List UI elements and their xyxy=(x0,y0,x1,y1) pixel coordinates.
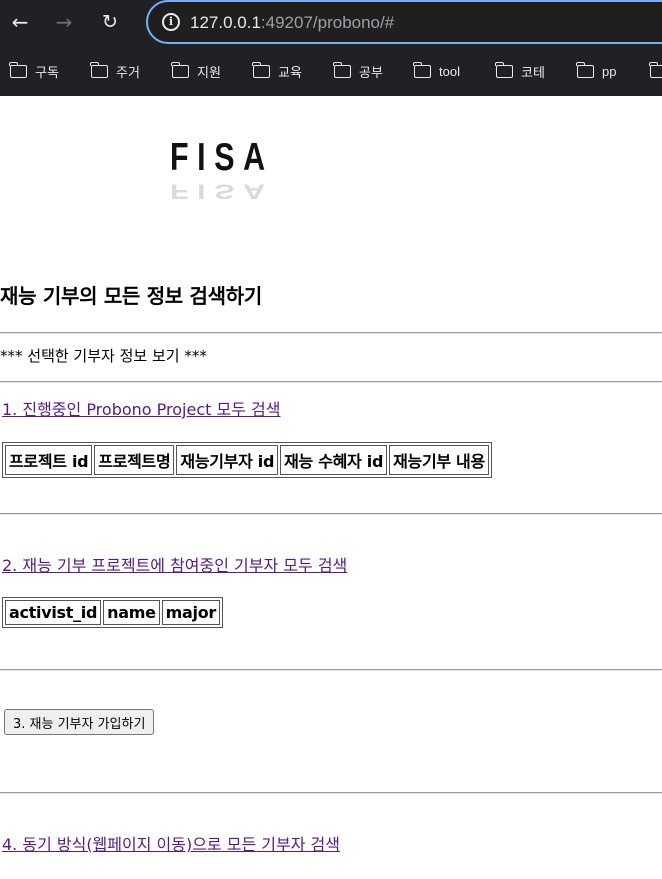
bookmarks-bar: 구독 주거 지원 교육 공부 tool 코테 pp xyxy=(0,54,662,88)
bookmark-folder[interactable]: 지원 xyxy=(171,61,221,81)
divider xyxy=(0,669,662,671)
selected-activist-heading: *** 선택한 기부자 정보 보기 *** xyxy=(0,347,207,365)
table-header-row: 프로젝트 id 프로젝트명 재능기부자 id 재능 수혜자 id 재능기부 내용 xyxy=(5,445,489,475)
bookmark-label: 구독 xyxy=(35,64,59,80)
bookmark-label: 지원 xyxy=(197,64,221,80)
reload-icon[interactable]: ↻ xyxy=(94,6,126,38)
column-header: 재능기부자 id xyxy=(176,445,279,475)
folder-icon xyxy=(649,61,662,78)
column-header: 프로젝트 id xyxy=(5,445,93,475)
bookmark-label: pp xyxy=(602,63,617,79)
bookmark-folder[interactable]: 공부 xyxy=(333,61,383,81)
url-host: 127.0.0.1 xyxy=(190,13,261,32)
bookmark-folder[interactable]: pp xyxy=(576,61,617,81)
bookmark-folder[interactable]: 교육 xyxy=(252,61,302,81)
column-header: 재능 수혜자 id xyxy=(280,445,388,475)
back-arrow-icon[interactable]: ← xyxy=(4,6,36,38)
bookmark-label: 교육 xyxy=(278,64,302,80)
column-header: major xyxy=(161,600,220,625)
table-header-row: activist_id name major xyxy=(5,600,220,625)
folder-icon xyxy=(333,61,351,78)
bookmark-label: tool xyxy=(439,63,460,79)
column-header: activist_id xyxy=(5,600,102,625)
column-header: 재능기부 내용 xyxy=(389,445,489,475)
url-path: :49207/probono/# xyxy=(260,13,395,32)
folder-icon xyxy=(90,61,108,78)
sync-search-activists-link[interactable]: 4. 동기 방식(웹페이지 이동)으로 모든 기부자 검색 xyxy=(2,831,340,855)
bookmark-folder[interactable]: 주거 xyxy=(90,61,140,81)
folder-icon xyxy=(576,61,594,78)
url-text[interactable]: 127.0.0.1:49207/probono/# xyxy=(190,13,394,33)
bookmark-folder[interactable]: tool xyxy=(413,61,460,81)
divider xyxy=(0,792,662,794)
search-projects-link[interactable]: 1. 진행중인 Probono Project 모두 검색 xyxy=(2,396,280,420)
divider xyxy=(0,332,662,334)
bookmark-folder[interactable]: 구독 xyxy=(9,61,59,81)
logo-text: FISA xyxy=(170,136,274,179)
page-title: 재능 기부의 모든 정보 검색하기 xyxy=(0,284,262,308)
folder-icon xyxy=(413,61,431,78)
forward-arrow-icon[interactable]: → xyxy=(48,6,80,38)
bookmark-folder-overflow[interactable] xyxy=(649,61,662,81)
bookmark-folder[interactable]: 코테 xyxy=(495,61,545,81)
bookmark-label: 주거 xyxy=(116,64,140,80)
logo-reflection: FISA xyxy=(170,179,274,204)
browser-chrome: ← → ↻ i 127.0.0.1:49207/probono/# 구독 주거 … xyxy=(0,0,662,96)
join-activist-button[interactable]: 3. 재능 기부자 가입하기 xyxy=(4,709,155,735)
projects-table: 프로젝트 id 프로젝트명 재능기부자 id 재능 수혜자 id 재능기부 내용 xyxy=(2,442,492,478)
site-info-icon[interactable]: i xyxy=(162,13,180,31)
folder-icon xyxy=(252,61,270,78)
bookmark-label: 공부 xyxy=(359,64,383,80)
divider xyxy=(0,381,662,383)
activists-table: activist_id name major xyxy=(2,597,223,628)
folder-icon xyxy=(171,61,189,78)
folder-icon xyxy=(495,61,513,78)
address-bar[interactable]: i 127.0.0.1:49207/probono/# xyxy=(146,0,662,44)
divider xyxy=(0,513,662,515)
folder-icon xyxy=(9,61,27,78)
search-activists-link[interactable]: 2. 재능 기부 프로젝트에 참여중인 기부자 모두 검색 xyxy=(2,552,347,576)
column-header: 프로젝트명 xyxy=(94,445,175,475)
column-header: name xyxy=(103,600,160,625)
bookmark-label: 코테 xyxy=(521,64,545,80)
